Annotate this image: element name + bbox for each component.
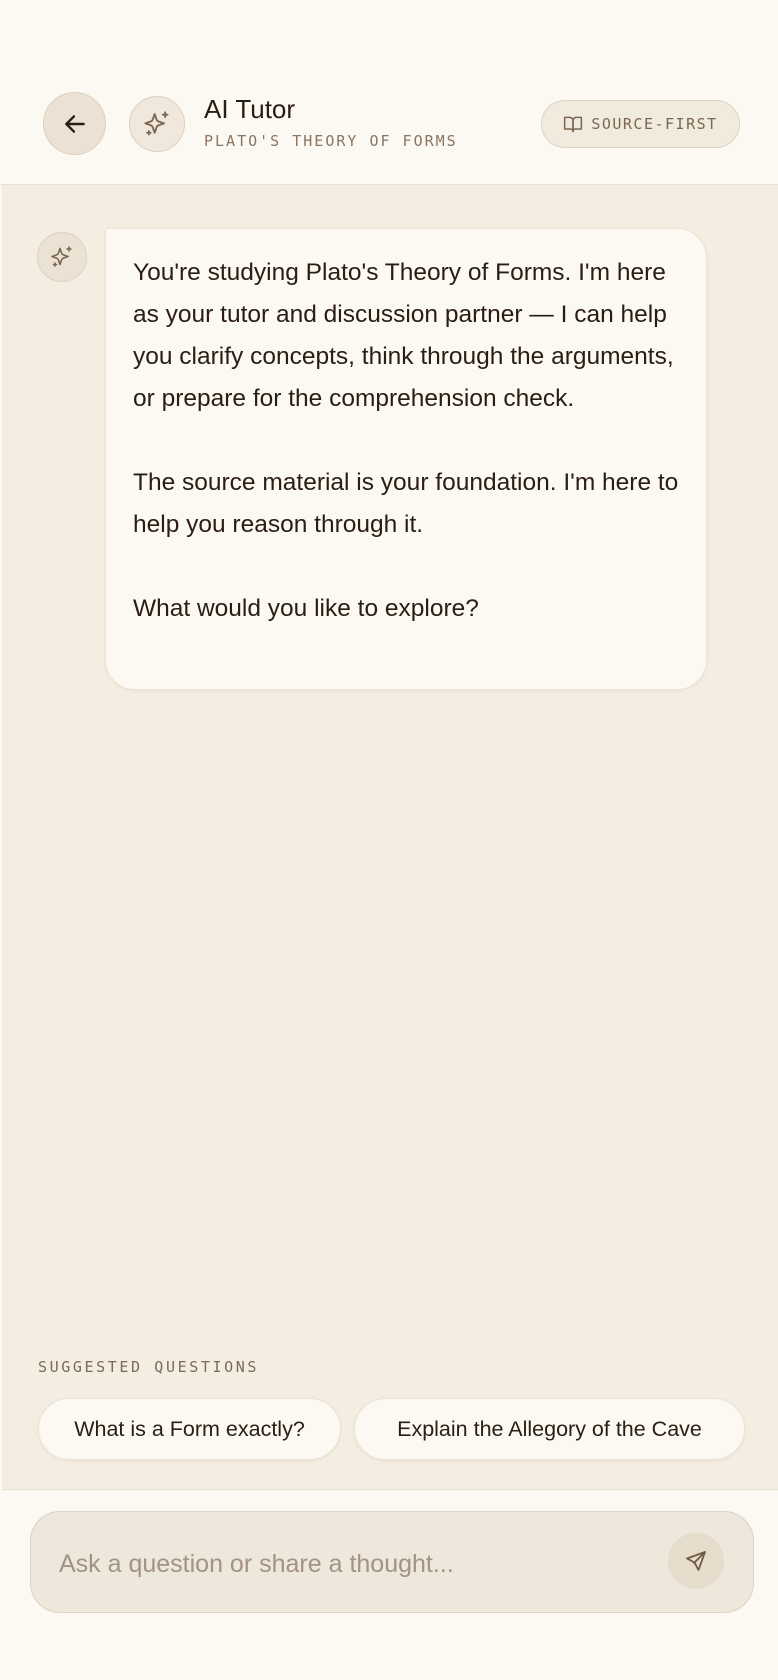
suggestion-chip-what-is-form[interactable]: What is a Form exactly? [38,1398,341,1460]
app-header: AI Tutor PLATO'S THEORY OF FORMS SOURCE-… [0,0,778,185]
message-paragraph: What would you like to explore? [133,595,479,622]
send-button[interactable] [668,1533,724,1589]
message-paragraph: The source material is your foundation. … [133,469,679,538]
message-avatar [37,232,87,282]
page-subtitle: PLATO'S THEORY OF FORMS [204,132,458,150]
sparkles-icon [51,246,72,267]
suggestion-chip-allegory-cave[interactable]: Explain the Allegory of the Cave [354,1398,745,1460]
book-open-icon [564,116,583,133]
message-composer [30,1511,754,1613]
message-paragraph: You're studying Plato's Theory of Forms.… [133,259,674,412]
back-button[interactable] [43,92,106,155]
tutor-message-bubble: You're studying Plato's Theory of Forms.… [105,228,707,690]
suggested-questions-label: SUGGESTED QUESTIONS [38,1358,259,1376]
sparkles-icon [144,111,169,136]
source-first-badge[interactable]: SOURCE-FIRST [541,100,740,148]
chat-area[interactable]: You're studying Plato's Theory of Forms.… [2,185,778,1490]
send-icon [686,1551,706,1571]
message-input[interactable] [59,1538,659,1590]
tutor-avatar [129,96,185,152]
page-title: AI Tutor [204,94,296,124]
arrow-left-icon [64,114,85,133]
badge-label: SOURCE-FIRST [591,115,718,133]
